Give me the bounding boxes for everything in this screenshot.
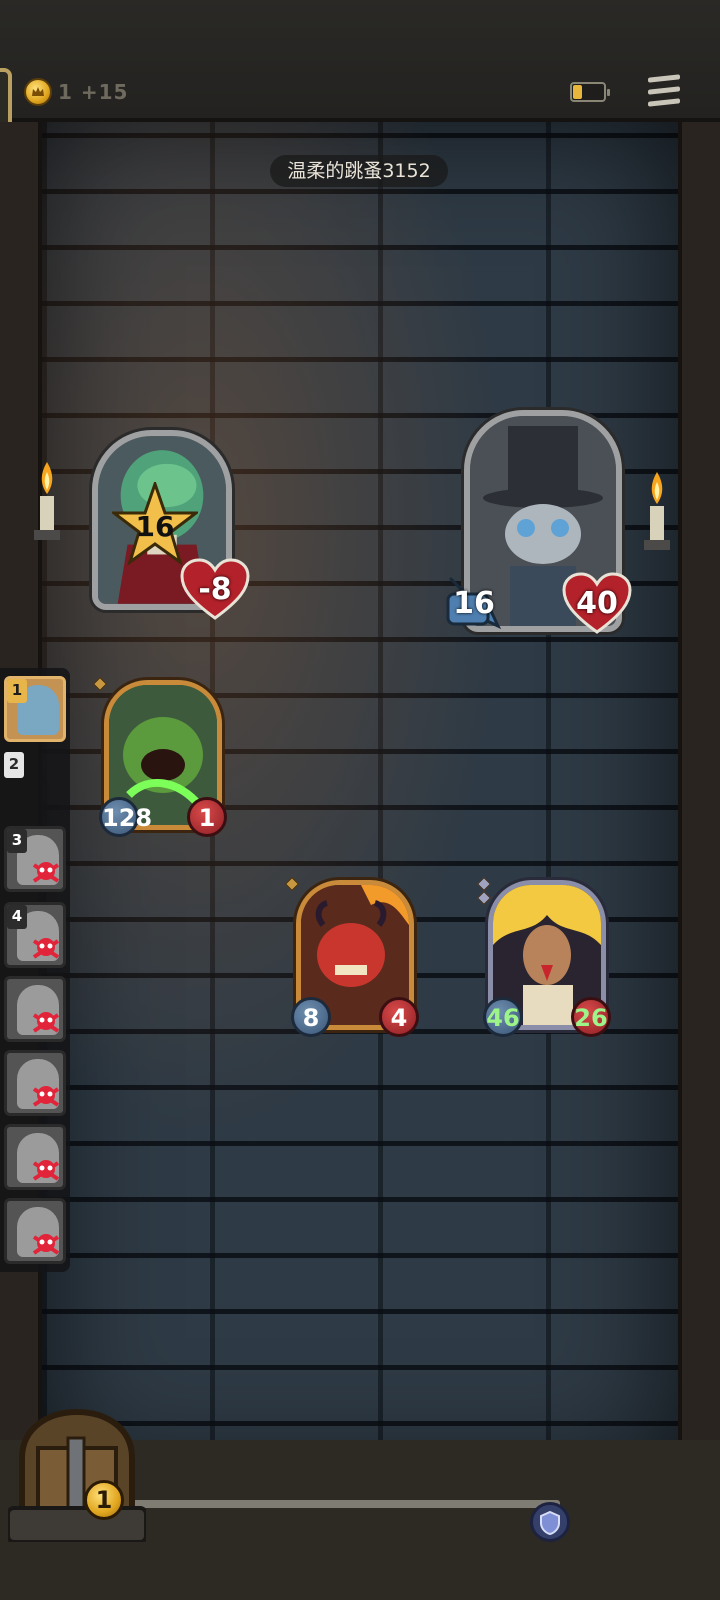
candle-right-icon [644, 472, 670, 550]
enemy-health: -8 [198, 572, 232, 607]
menu-icon[interactable] [646, 74, 682, 108]
minion-card-3[interactable]: 46 26 [476, 876, 611, 1037]
minion-1-health: 1 [187, 797, 227, 837]
tier-dots [284, 876, 301, 893]
skull-icon [32, 862, 60, 883]
candle-left-icon [34, 462, 60, 540]
roster-slot-4[interactable] [4, 976, 66, 1042]
skull-icon [32, 1234, 60, 1255]
enemy-tier: 16 [135, 510, 175, 543]
rank-badge: 3 [7, 829, 27, 853]
roster-slot-7[interactable] [4, 1198, 66, 1264]
right-pillar [678, 122, 720, 1482]
shield-icon [540, 1511, 560, 1535]
opponent-name: 温柔的跳蚤3152 [270, 155, 448, 187]
tier-dots [476, 876, 493, 907]
skull-icon [32, 1160, 60, 1181]
rank-badge: 4 [7, 905, 27, 929]
minion-3-attack: 46 [483, 997, 523, 1037]
player-hero[interactable]: 16 40 [446, 410, 646, 640]
rank-badge: 1 [7, 679, 27, 703]
roster-slot-1[interactable]: 1 [4, 676, 66, 742]
battery-level [573, 85, 582, 99]
player-attack: 16 [453, 586, 495, 621]
minion-2-attack: 8 [291, 997, 331, 1037]
free-rank-badge: 2 [4, 752, 24, 778]
minion-2-health: 4 [379, 997, 419, 1037]
enemy-hero[interactable]: 16 -8 [92, 430, 250, 620]
roster-slot-6[interactable] [4, 1124, 66, 1190]
roster-slot-5[interactable] [4, 1050, 66, 1116]
shop-coin-count: 1 [84, 1480, 124, 1520]
skull-icon [32, 1086, 60, 1107]
gold-income-text: 1 +15 [58, 80, 129, 104]
player-health: 40 [576, 586, 618, 621]
minion-card-2[interactable]: 8 4 [284, 876, 419, 1037]
shield-button[interactable] [530, 1502, 570, 1542]
minion-3-health: 26 [571, 997, 611, 1037]
roster-slot-3[interactable]: 4 [4, 902, 66, 968]
minion-card-1[interactable]: 128 1 [92, 676, 227, 837]
tier-dots [92, 676, 109, 693]
skull-icon [32, 938, 60, 959]
roster-slot-2[interactable]: 3 [4, 826, 66, 892]
battery-icon [570, 82, 610, 102]
shop-door-icon[interactable] [8, 1408, 146, 1542]
top-bar: 1 +15 [0, 0, 720, 178]
skull-icon [32, 1012, 60, 1033]
gold-coin-icon [24, 78, 52, 106]
minion-1-attack: 128 [99, 797, 152, 837]
